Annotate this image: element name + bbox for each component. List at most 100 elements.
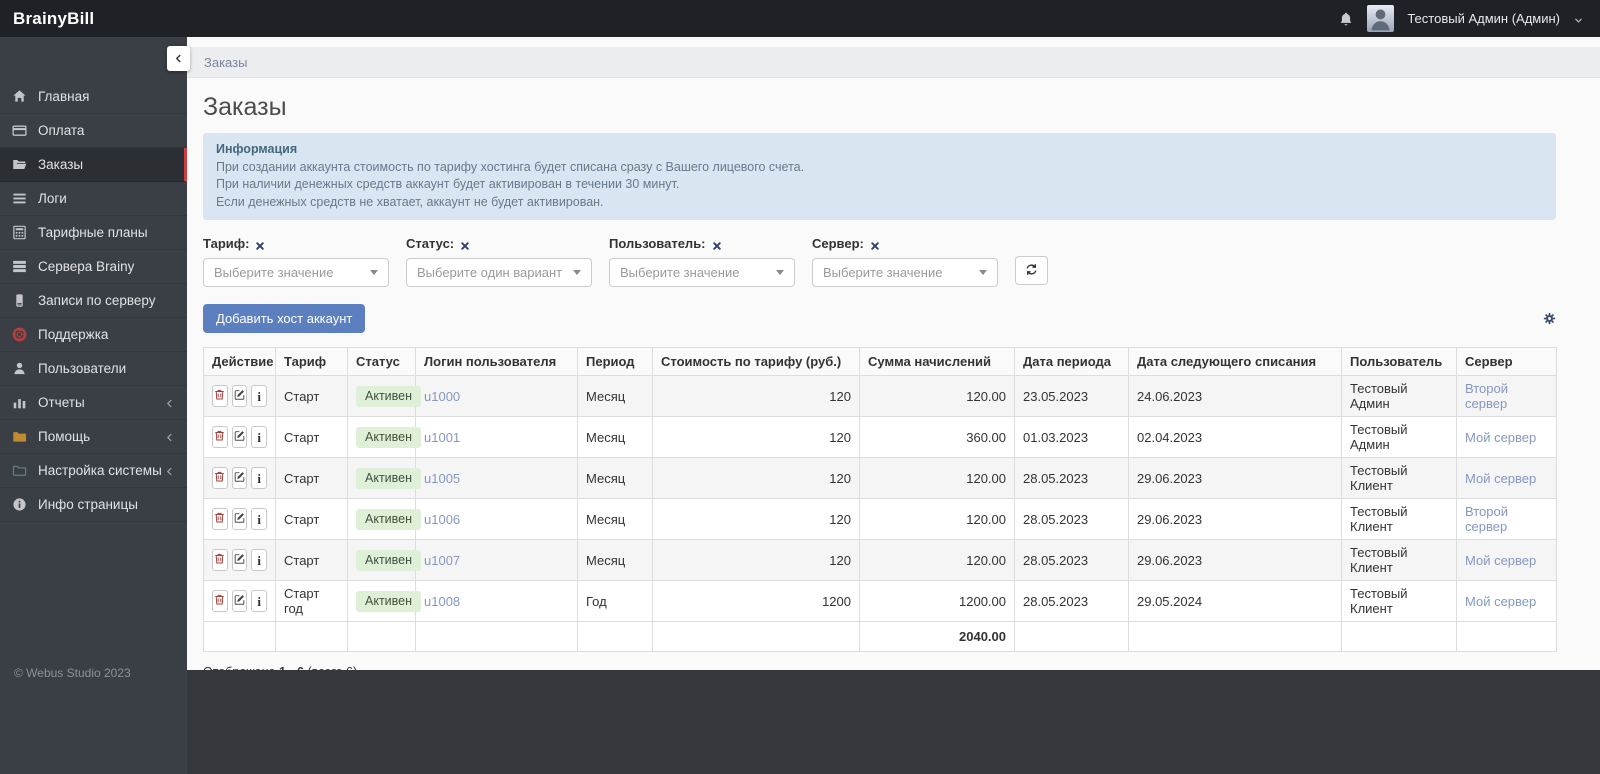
chevron-down-icon[interactable] <box>1573 13 1584 24</box>
server-icon <box>12 259 27 274</box>
user-icon <box>12 361 27 376</box>
server-select[interactable]: Выберите значение <box>812 258 998 287</box>
x-icon[interactable] <box>712 239 722 250</box>
delete-button[interactable] <box>212 467 228 489</box>
sidebar-item-help[interactable]: Помощь <box>0 420 187 454</box>
sidebar-item-home[interactable]: Главная <box>0 80 187 114</box>
sidebar-item-payment[interactable]: Оплата <box>0 114 187 148</box>
login-link[interactable]: u1006 <box>424 512 460 527</box>
sidebar-item-support[interactable]: Поддержка <box>0 318 187 352</box>
tariff-select[interactable]: Выберите значение <box>203 258 389 287</box>
sidebar-item-system-settings[interactable]: Настройка системы <box>0 454 187 488</box>
gear-icon[interactable] <box>1543 312 1556 325</box>
sidebar-item-users[interactable]: Пользователи <box>0 352 187 386</box>
info-icon: i <box>257 593 261 609</box>
info-icon: i <box>257 388 261 404</box>
page-title: Заказы <box>203 93 287 121</box>
info-box-line: Если денежных средств не хватает, аккаун… <box>216 194 604 209</box>
info-button[interactable]: i <box>251 508 268 530</box>
bell-icon[interactable] <box>1338 11 1354 27</box>
server-link[interactable]: Мой сервер <box>1465 553 1536 568</box>
sidebar-item-tariff-plans[interactable]: Тарифные планы <box>0 216 187 250</box>
delete-button[interactable] <box>212 549 228 571</box>
edit-button[interactable] <box>231 426 248 448</box>
sidebar-item-orders[interactable]: Заказы <box>0 148 187 182</box>
sidebar-collapse-button[interactable] <box>167 46 190 71</box>
delete-button[interactable] <box>212 426 228 448</box>
edit-icon <box>233 511 246 527</box>
login-link[interactable]: u1008 <box>424 594 460 609</box>
info-button[interactable]: i <box>251 590 268 612</box>
refresh-button[interactable] <box>1015 256 1048 285</box>
sidebar-item-servers[interactable]: Сервера Brainy <box>0 250 187 284</box>
col-user: Пользователь <box>1341 347 1457 376</box>
x-icon[interactable] <box>255 239 265 250</box>
breadcrumb-orders[interactable]: Заказы <box>204 55 247 70</box>
server-link[interactable]: Мой сервер <box>1465 430 1536 445</box>
cell-date-period: 23.05.2023 <box>1014 375 1129 417</box>
info-circle-icon <box>12 497 27 512</box>
status-badge: Активен <box>356 385 422 407</box>
delete-button[interactable] <box>212 508 228 530</box>
server-link[interactable]: Второй сервер <box>1465 381 1508 411</box>
cell-plan: Старт <box>275 457 348 499</box>
login-link[interactable]: u1007 <box>424 553 460 568</box>
info-button[interactable]: i <box>251 549 268 571</box>
cell-sum: 120.00 <box>859 457 1015 499</box>
sidebar-item-label: Заказы <box>38 157 84 172</box>
cell-date-next: 02.04.2023 <box>1128 416 1342 458</box>
edit-button[interactable] <box>231 590 248 612</box>
add-host-account-button[interactable]: Добавить хост аккаунт <box>203 304 366 333</box>
cell-user: Тестовый Админ <box>1341 375 1457 417</box>
info-button[interactable]: i <box>251 426 268 448</box>
summary-range: 1 - 6 <box>279 665 304 670</box>
sidebar-item-server-records[interactable]: Записи по серверу <box>0 284 187 318</box>
chevron-left-icon <box>164 431 175 442</box>
delete-button[interactable] <box>212 590 228 612</box>
sidebar: Главная Оплата Заказы Логи Тарифные план… <box>0 37 187 774</box>
sidebar-item-logs[interactable]: Логи <box>0 182 187 216</box>
navbar-right: Тестовый Админ (Админ) <box>1338 5 1600 32</box>
info-box-line: При наличии денежных средств аккаунт буд… <box>216 177 680 191</box>
info-button[interactable]: i <box>251 385 268 407</box>
server-link[interactable]: Второй сервер <box>1465 504 1508 534</box>
cell-sum: 120.00 <box>859 539 1015 581</box>
table-total-row: 2040.00 <box>203 621 1557 652</box>
trash-icon <box>213 470 226 486</box>
x-icon[interactable] <box>870 239 880 250</box>
chevron-down-icon <box>776 270 784 275</box>
status-select[interactable]: Выберите один вариант <box>406 258 592 287</box>
refresh-wrap <box>1015 236 1048 285</box>
cell-date-next: 29.05.2024 <box>1128 580 1342 622</box>
info-icon: i <box>257 429 261 445</box>
edit-button[interactable] <box>231 385 248 407</box>
chevron-down-icon <box>573 270 581 275</box>
col-action: Действие <box>203 347 276 376</box>
edit-button[interactable] <box>231 549 248 571</box>
avatar[interactable] <box>1367 5 1395 32</box>
x-icon[interactable] <box>460 239 470 250</box>
cell-cost: 120 <box>652 498 860 540</box>
login-link[interactable]: u1001 <box>424 430 460 445</box>
cell-plan: Старт год <box>275 580 348 622</box>
filter-status: Статус: Выберите один вариант <box>406 236 592 287</box>
user-menu[interactable]: Тестовый Админ (Админ) <box>1407 11 1560 26</box>
toolbar: Добавить хост аккаунт <box>203 304 1556 333</box>
tariff-select-placeholder: Выберите значение <box>214 265 334 280</box>
cell-period: Месяц <box>577 457 653 499</box>
info-button[interactable]: i <box>251 467 268 489</box>
server-link[interactable]: Мой сервер <box>1465 471 1536 486</box>
filter-server: Сервер: Выберите значение <box>812 236 998 287</box>
user-select-placeholder: Выберите значение <box>620 265 740 280</box>
user-select[interactable]: Выберите значение <box>609 258 795 287</box>
edit-button[interactable] <box>231 467 248 489</box>
sidebar-item-label: Настройка системы <box>38 463 162 478</box>
sidebar-item-page-info[interactable]: Инфо страницы <box>0 488 187 522</box>
filter-tariff-label: Тариф: <box>203 236 250 251</box>
delete-button[interactable] <box>212 385 228 407</box>
sidebar-item-reports[interactable]: Отчеты <box>0 386 187 420</box>
login-link[interactable]: u1000 <box>424 389 460 404</box>
server-link[interactable]: Мой сервер <box>1465 594 1536 609</box>
edit-button[interactable] <box>231 508 248 530</box>
login-link[interactable]: u1005 <box>424 471 460 486</box>
